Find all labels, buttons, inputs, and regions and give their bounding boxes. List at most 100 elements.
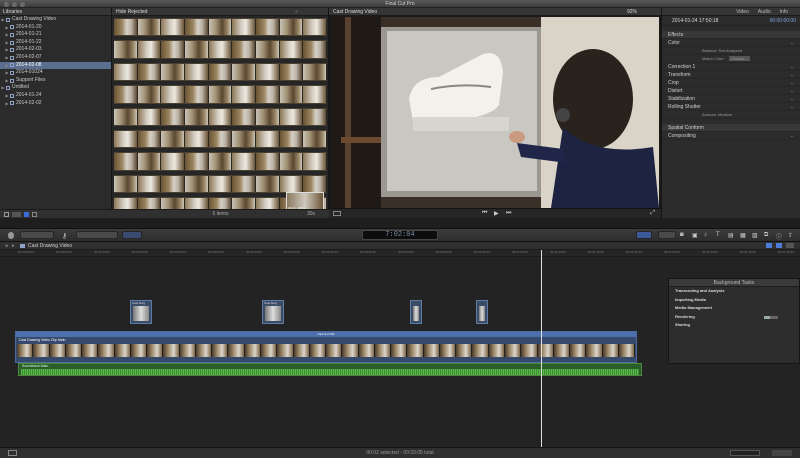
show-hide-toggle[interactable]: ⌄ — [790, 63, 794, 71]
clip-thumbnail[interactable] — [303, 175, 327, 193]
clip-thumbnail[interactable] — [161, 175, 186, 193]
inspector-row[interactable]: Distort ⌄ — [662, 87, 800, 95]
inspector-toggle-icon[interactable]: ⓘ — [776, 232, 782, 241]
clip-thumbnail[interactable] — [303, 130, 327, 148]
edit-buttons-group[interactable] — [76, 231, 118, 239]
clip-thumbnail[interactable] — [161, 130, 186, 148]
clip-thumbnail[interactable] — [114, 19, 138, 36]
filmstrip-view-icon[interactable] — [24, 212, 29, 217]
previous-frame-button[interactable]: ⏮ — [482, 210, 487, 217]
clip-appearance-icon[interactable] — [786, 243, 794, 248]
inspector-row[interactable]: Correction 1 ⌄ — [662, 63, 800, 71]
keyword-icon[interactable]: ⚷ — [62, 232, 70, 240]
clip-thumbnail[interactable] — [256, 19, 280, 36]
clip-thumbnail[interactable] — [256, 86, 280, 103]
clip-thumbnail[interactable] — [208, 19, 233, 36]
inspector-row[interactable]: Stabilization ⌄ — [662, 95, 800, 103]
effects-browser-icon[interactable]: ▧ — [752, 232, 758, 239]
undo-redo-group[interactable] — [20, 231, 54, 239]
list-view-icon[interactable] — [32, 212, 37, 217]
camera-icon[interactable]: ◙ — [680, 232, 684, 238]
clip-thumbnail[interactable] — [256, 175, 280, 193]
background-task-item[interactable]: Sharing — [669, 321, 799, 330]
timeline-area[interactable]: Cast Dwg Cast Dwg Cast 3-cl Wk Cast Draw… — [0, 250, 800, 450]
clip-thumbnail[interactable] — [137, 19, 162, 36]
clip-filmstrip-row[interactable] — [114, 129, 327, 149]
timeline-zoom-slider[interactable] — [730, 450, 760, 456]
audio-skimming-icon[interactable] — [766, 243, 772, 248]
clip-thumbnail[interactable] — [161, 108, 186, 125]
clip-thumbnail[interactable] — [279, 153, 304, 170]
library-item[interactable]: ▶ 2014-01-21 — [0, 31, 111, 39]
storyline-bar[interactable]: Cast 3-cl Wk — [16, 332, 636, 337]
primary-storyline[interactable]: Cast 3-cl Wk Cast Drawing Video Clip Mai… — [15, 331, 637, 363]
clip-thumbnail[interactable] — [185, 41, 209, 58]
clip-thumbnail[interactable] — [279, 86, 304, 103]
search-icon[interactable]: ⌕ — [295, 8, 298, 16]
connected-clip[interactable]: Cast Dwg — [262, 300, 284, 324]
clip-thumbnail[interactable] — [161, 41, 186, 58]
clip-thumbnail[interactable] — [303, 41, 327, 58]
library-item[interactable]: ▶ Support Files — [0, 77, 111, 85]
background-task-item[interactable]: Transcoding and Analysis — [669, 287, 799, 296]
view-options-icon[interactable] — [12, 212, 21, 217]
clip-thumbnail[interactable] — [279, 130, 304, 148]
viewer-zoom[interactable]: 92% — [627, 8, 637, 16]
clip-thumbnail[interactable] — [279, 108, 304, 125]
clip-thumbnail[interactable] — [232, 130, 257, 148]
clip-filmstrip-row[interactable] — [114, 40, 327, 59]
clip-thumbnail[interactable] — [137, 41, 162, 58]
clip-filmstrip-row[interactable] — [114, 152, 327, 171]
retiming-popup[interactable] — [658, 231, 676, 239]
clip-thumbnail[interactable] — [185, 19, 209, 36]
clip-thumbnail[interactable] — [137, 130, 162, 148]
timeline-ruler[interactable]: 00:00:00:00 00:00:05:00 00:00:10:00 00:00:1… — [0, 250, 800, 257]
history-back-icon[interactable]: ◂ — [5, 242, 8, 250]
show-hide-toggle[interactable]: ⌄ — [790, 103, 794, 111]
inspector-row[interactable]: Transform ⌄ — [662, 71, 800, 79]
background-task-item[interactable]: Media Management — [669, 304, 799, 313]
clip-thumbnail[interactable] — [232, 63, 257, 81]
inspector-row[interactable]: Compositing ⌄ — [662, 132, 800, 140]
clip-thumbnail[interactable] — [279, 41, 304, 58]
clip-thumbnail[interactable] — [303, 63, 327, 81]
inspector-row[interactable]: Crop ⌄ — [662, 79, 800, 87]
clip-thumbnail[interactable] — [303, 19, 327, 36]
clip-filmstrip-row[interactable] — [114, 62, 327, 82]
fullscreen-icon[interactable]: ⤢ — [650, 210, 655, 217]
clip-thumbnail[interactable] — [114, 108, 138, 125]
inspector-tab-info[interactable]: Info — [780, 8, 788, 15]
library-item[interactable]: ▶ Cast Drawing Video — [0, 16, 111, 24]
background-task-item[interactable]: Importing Media — [669, 296, 799, 305]
clip-thumbnail[interactable] — [185, 175, 209, 193]
connected-clip[interactable]: Cast Dwg — [130, 300, 152, 324]
clip-thumbnail[interactable] — [161, 19, 186, 36]
clip-thumbnail[interactable] — [208, 175, 233, 193]
clip-thumbnail[interactable] — [208, 63, 233, 81]
inspector-tab-audio[interactable]: Audio — [758, 8, 771, 15]
connected-clip[interactable] — [410, 300, 422, 324]
clip-thumbnail[interactable] — [279, 63, 304, 81]
show-hide-toggle[interactable]: ⌄ — [790, 132, 794, 140]
inspector-row[interactable]: Color ⌄ — [662, 39, 800, 47]
show-hide-toggle[interactable]: ⌄ — [790, 79, 794, 87]
zoom-level[interactable]: 30s — [307, 210, 315, 219]
clip-thumbnail[interactable] — [208, 153, 233, 170]
clip-filmstrip-row[interactable] — [114, 85, 327, 104]
clip-thumbnail[interactable] — [232, 41, 257, 58]
clip-filmstrip-row[interactable] — [114, 18, 327, 37]
music-icon[interactable]: ♪ — [704, 232, 707, 238]
clip-thumbnail[interactable] — [114, 175, 138, 193]
library-item[interactable]: ▶ 2014-02-07 — [0, 54, 111, 62]
clip-thumbnail[interactable] — [232, 86, 257, 103]
library-item[interactable]: ▶ 2014-02-02 — [0, 100, 111, 108]
clip-thumbnail[interactable] — [232, 108, 257, 125]
clip-thumbnail[interactable] — [232, 19, 257, 36]
clip-thumbnail[interactable] — [256, 108, 280, 125]
inspector-row-value[interactable]: Choose... — [728, 56, 750, 61]
library-item[interactable]: ▶ Untitled — [0, 84, 111, 92]
clip-thumbnail[interactable] — [137, 108, 162, 125]
viewer-options-icon[interactable] — [333, 211, 341, 216]
inspector-tab-video[interactable]: Video — [736, 8, 749, 15]
show-hide-toggle[interactable]: ⌄ — [790, 87, 794, 95]
